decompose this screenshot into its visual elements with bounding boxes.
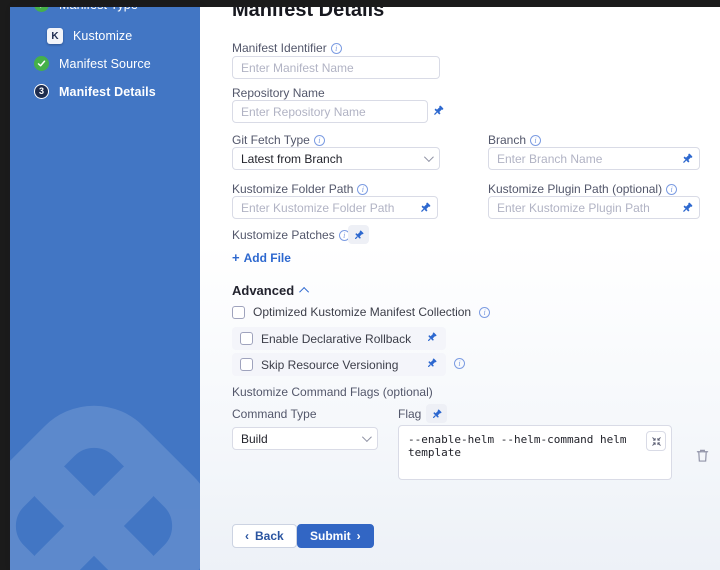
command-flags-section-label: Kustomize Command Flags (optional) [232,386,433,399]
manifest-identifier-input[interactable] [232,56,440,79]
info-icon[interactable]: i [357,184,368,195]
flag-value: --enable-helm --helm-command helm templa… [408,433,637,459]
step-manifest-type[interactable]: Manifest Type [34,7,138,12]
expand-icon [651,436,662,447]
step-kustomize[interactable]: K Kustomize [47,28,132,44]
kustomize-icon: K [47,28,63,44]
step-manifest-details[interactable]: 3 Manifest Details [34,84,156,99]
git-fetch-type-select[interactable]: Latest from Branch [232,147,440,170]
advanced-toggle[interactable]: Advanced [232,283,309,298]
info-icon[interactable]: i [666,184,677,195]
add-file-label: Add File [244,251,291,265]
label-text: Kustomize Patches [232,229,335,242]
flag-pin-button[interactable] [426,404,447,423]
checkbox-label: Enable Declarative Rollback [261,332,411,346]
checkbox-label: Optimized Kustomize Manifest Collection [253,305,471,319]
label-text: Kustomize Folder Path [232,183,353,196]
optimized-collection-checkbox[interactable] [232,306,245,319]
wizard-modal: Manifest Type K Kustomize Manifest Sourc… [0,0,720,570]
advanced-label: Advanced [232,283,294,298]
plugin-path-input[interactable] [488,196,700,219]
checkbox-label: Skip Resource Versioning [261,358,398,372]
step-number-badge: 3 [34,84,49,99]
command-type-label: Command Type [232,408,317,421]
pin-icon [431,408,443,420]
chevron-up-icon [299,287,309,297]
branch-field [488,147,700,170]
pin-icon[interactable] [426,330,438,348]
chevron-left-icon: ‹ [245,530,249,542]
command-type-select[interactable]: Build [232,427,378,450]
back-button[interactable]: ‹ Back [232,524,297,548]
branch-input[interactable] [488,147,700,170]
selected-value: Latest from Branch [241,152,342,166]
repository-name-input[interactable] [232,100,428,123]
label-text: Kustomize Command Flags (optional) [232,386,433,399]
expand-editor-button[interactable] [646,431,666,451]
plugin-path-label: Kustomize Plugin Path (optional) i [488,183,677,196]
add-file-button[interactable]: + Add File [232,250,291,265]
flag-textarea[interactable]: --enable-helm --helm-command helm templa… [398,425,672,480]
info-icon[interactable]: i [314,135,325,146]
check-icon [34,56,49,71]
selected-value: Build [241,432,268,446]
step-label: Manifest Type [59,7,138,12]
folder-path-label: Kustomize Folder Path i [232,183,368,196]
skip-versioning-row: Skip Resource Versioning [232,353,446,376]
step-label: Kustomize [73,29,132,43]
chevron-down-icon [362,432,372,442]
label-text: Branch [488,134,526,147]
pin-icon [353,229,365,241]
chevron-down-icon [424,152,434,162]
step-label: Manifest Source [59,57,151,71]
plugin-path-field [488,196,700,219]
declarative-rollback-row: Enable Declarative Rollback [232,327,446,350]
step-manifest-source[interactable]: Manifest Source [34,56,151,71]
harness-logo-watermark [10,362,200,570]
optimized-collection-row: Optimized Kustomize Manifest Collection … [232,305,490,319]
label-text: Kustomize Plugin Path (optional) [488,183,662,196]
info-icon[interactable]: i [530,135,541,146]
back-label: Back [255,529,284,543]
check-icon [34,7,49,12]
pin-icon[interactable] [681,201,694,219]
folder-path-input[interactable] [232,196,438,219]
info-icon[interactable]: i [331,43,342,54]
pin-icon[interactable] [419,201,432,219]
skip-versioning-checkbox[interactable] [240,358,253,371]
page-title: Manifest Details [232,7,384,22]
git-fetch-type-label: Git Fetch Type i [232,134,325,147]
label-text: Git Fetch Type [232,134,310,147]
manifest-details-panel: Manifest Details Manifest Identifier i R… [200,7,720,570]
label-text: Manifest Identifier [232,42,327,55]
flag-label: Flag [398,408,421,421]
declarative-rollback-checkbox[interactable] [240,332,253,345]
trash-icon [696,448,709,463]
pin-icon[interactable] [681,152,694,170]
submit-button[interactable]: Submit › [297,524,374,548]
label-text: Repository Name [232,87,325,100]
chevron-right-icon: › [357,530,361,542]
info-icon[interactable]: i [479,307,490,318]
repository-name-label: Repository Name [232,87,325,100]
patches-pin-button[interactable] [348,225,369,244]
plus-icon: + [232,250,240,265]
patches-label: Kustomize Patches i [232,229,350,242]
info-icon[interactable]: i [454,358,465,369]
stepper-sidebar: Manifest Type K Kustomize Manifest Sourc… [10,7,200,570]
manifest-identifier-label: Manifest Identifier i [232,42,342,55]
folder-path-field [232,196,438,219]
submit-label: Submit [310,529,351,543]
delete-flag-button[interactable] [696,448,709,468]
label-text: Command Type [232,408,317,421]
pin-icon[interactable] [432,104,445,122]
pin-icon[interactable] [426,356,438,374]
label-text: Flag [398,408,421,421]
step-label: Manifest Details [59,85,156,99]
branch-label: Branch i [488,134,541,147]
